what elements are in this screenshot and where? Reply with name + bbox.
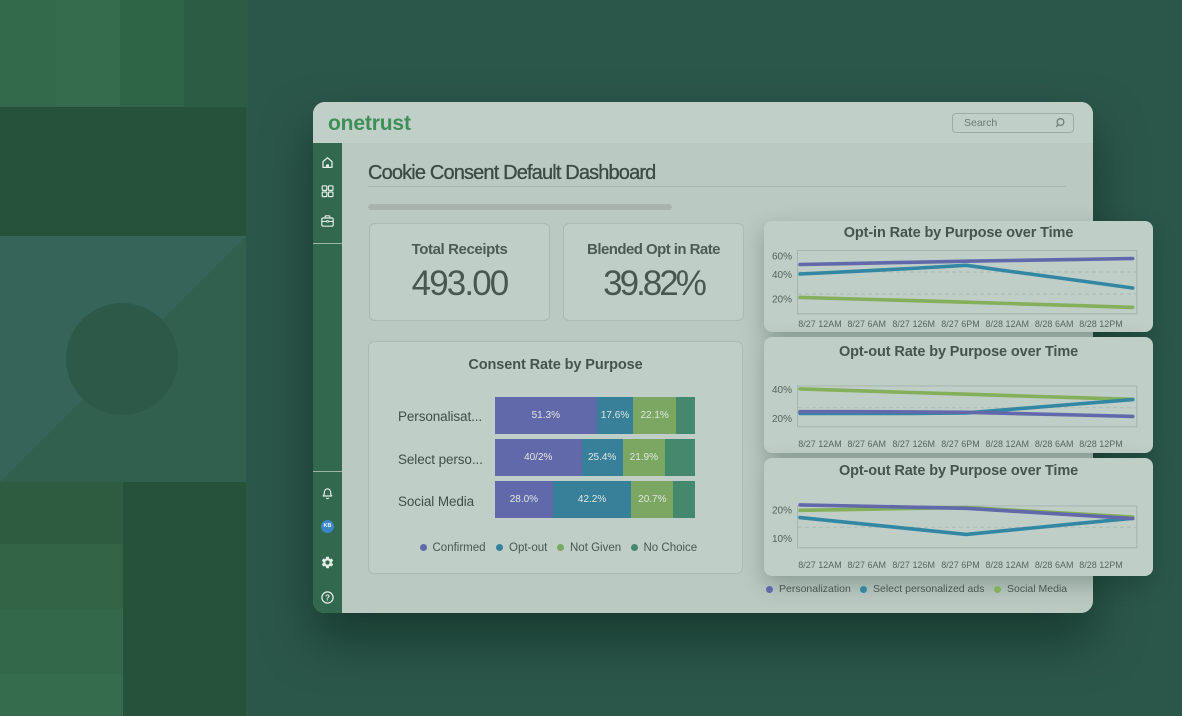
svg-text:8/27 6AM: 8/27 6AM [848, 439, 887, 449]
svg-text:8/27 12AM: 8/27 12AM [798, 560, 842, 570]
svg-text:40%: 40% [772, 270, 792, 281]
svg-text:8/27 126M: 8/27 126M [892, 439, 935, 449]
svg-text:20%: 20% [772, 505, 792, 516]
svg-text:20%: 20% [772, 414, 792, 425]
svg-text:8/28 12PM: 8/28 12PM [1079, 560, 1123, 570]
svg-text:?: ? [325, 593, 330, 602]
svg-text:8/27 6AM: 8/27 6AM [848, 319, 887, 329]
svg-text:40%: 40% [772, 385, 792, 396]
svg-text:8/27 6PM: 8/27 6PM [941, 439, 980, 449]
svg-text:10%: 10% [772, 534, 792, 545]
svg-text:8/28 12AM: 8/28 12AM [986, 439, 1030, 449]
svg-text:8/28 6AM: 8/28 6AM [1035, 439, 1074, 449]
svg-text:8/28 12PM: 8/28 12PM [1079, 319, 1123, 329]
svg-text:8/27 6PM: 8/27 6PM [941, 319, 980, 329]
svg-text:8/27 126M: 8/27 126M [892, 560, 935, 570]
svg-text:8/27 6AM: 8/27 6AM [848, 560, 887, 570]
svg-text:8/28 6AM: 8/28 6AM [1035, 560, 1074, 570]
svg-text:8/27 126M: 8/27 126M [892, 319, 935, 329]
svg-text:8/28 6AM: 8/28 6AM [1035, 319, 1074, 329]
svg-text:8/27 12AM: 8/27 12AM [798, 439, 842, 449]
svg-text:20%: 20% [772, 294, 792, 305]
svg-text:8/27 6PM: 8/27 6PM [941, 560, 980, 570]
svg-text:8/27 12AM: 8/27 12AM [798, 319, 842, 329]
svg-text:8/28 12AM: 8/28 12AM [986, 560, 1030, 570]
svg-text:8/28 12AM: 8/28 12AM [986, 319, 1030, 329]
svg-text:8/28 12PM: 8/28 12PM [1079, 439, 1123, 449]
svg-text:60%: 60% [772, 252, 792, 263]
